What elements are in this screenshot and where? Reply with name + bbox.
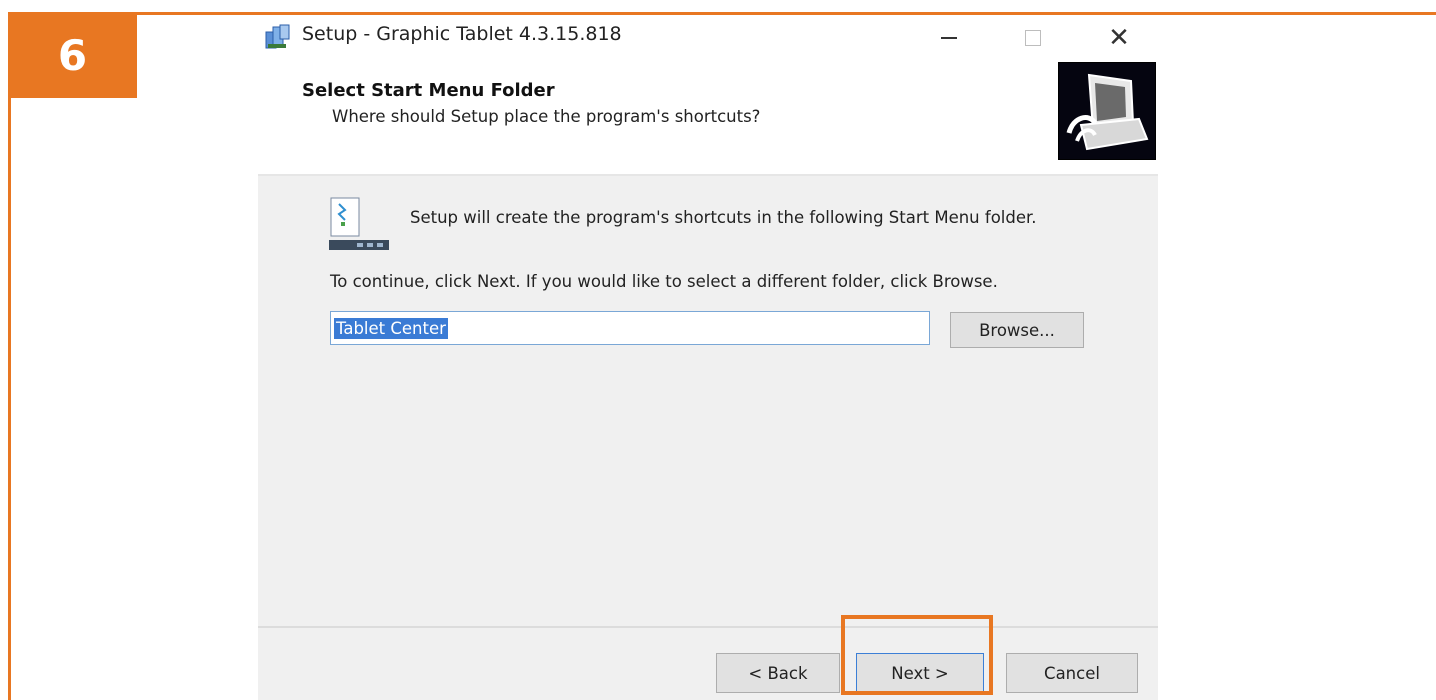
setup-app-icon	[264, 24, 292, 50]
close-icon: ✕	[1108, 23, 1130, 53]
start-menu-folder-icon	[329, 196, 391, 254]
instruction-text: To continue, click Next. If you would li…	[330, 272, 998, 291]
close-button[interactable]: ✕	[1096, 21, 1142, 55]
title-bar[interactable]: Setup - Graphic Tablet 4.3.15.818 ✕	[258, 15, 1158, 60]
folder-input-value: Tablet Center	[334, 317, 448, 339]
minimize-icon	[941, 37, 957, 39]
wizard-logo-icon	[1058, 62, 1156, 160]
shortcut-info-text: Setup will create the program's shortcut…	[410, 208, 1037, 227]
start-menu-folder-input[interactable]: Tablet Center	[330, 311, 930, 345]
maximize-button[interactable]	[1010, 21, 1056, 55]
minimize-button[interactable]	[926, 21, 972, 55]
window-title: Setup - Graphic Tablet 4.3.15.818	[302, 23, 622, 45]
next-button[interactable]: Next >	[856, 653, 984, 693]
cancel-button[interactable]: Cancel	[1006, 653, 1138, 693]
step-number-badge: 6	[8, 12, 137, 98]
wizard-header: Select Start Menu Folder Where should Se…	[258, 60, 1158, 174]
maximize-icon	[1025, 30, 1041, 46]
back-button[interactable]: < Back	[716, 653, 840, 693]
page-title: Select Start Menu Folder	[302, 80, 555, 101]
setup-window: Setup - Graphic Tablet 4.3.15.818 ✕ Sele…	[258, 15, 1158, 700]
wizard-content: Setup will create the program's shortcut…	[258, 176, 1158, 626]
frame-left-line	[8, 12, 11, 700]
page-subtitle: Where should Setup place the program's s…	[332, 107, 761, 126]
wizard-footer: < Back Next > Cancel	[258, 628, 1158, 700]
browse-button[interactable]: Browse...	[950, 312, 1084, 348]
